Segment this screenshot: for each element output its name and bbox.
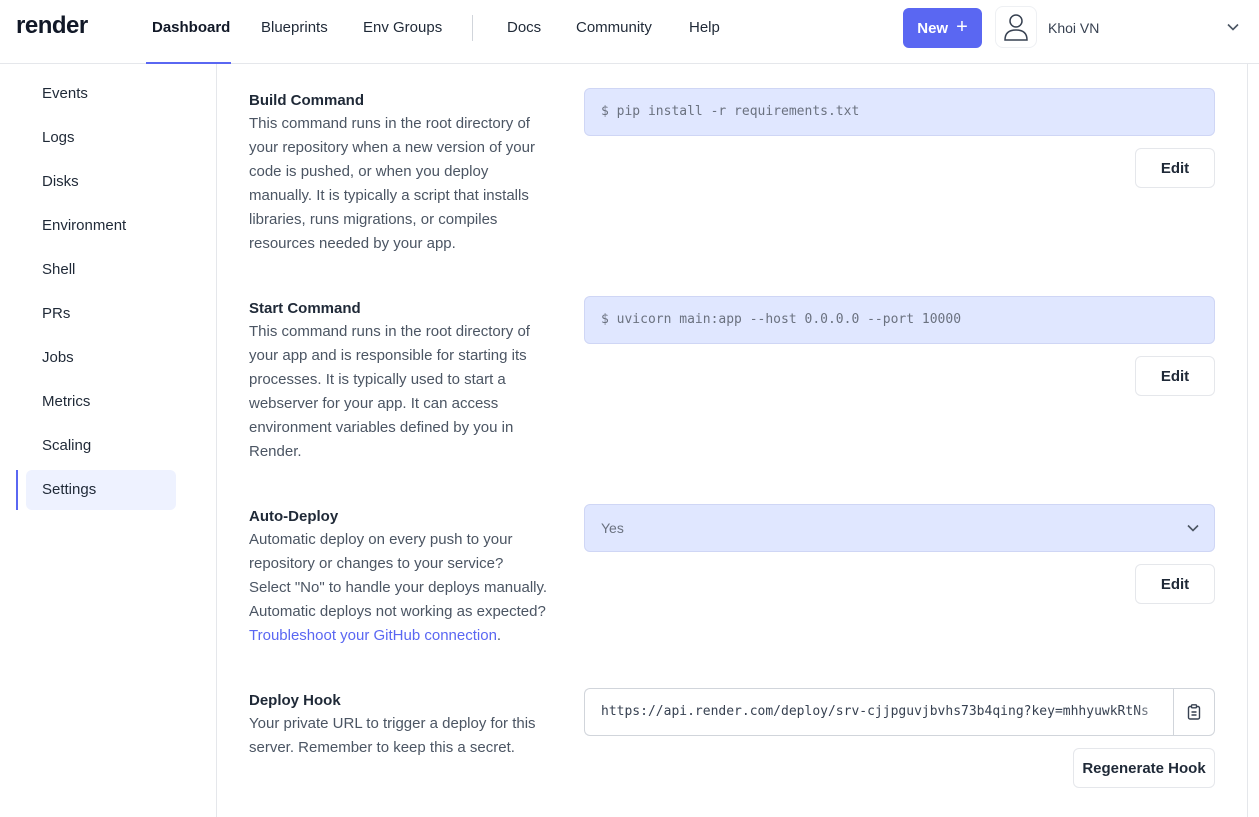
regenerate-hook-button[interactable]: Regenerate Hook <box>1073 748 1215 788</box>
auto-deploy-select[interactable]: Yes <box>584 504 1215 552</box>
copy-button[interactable] <box>1173 688 1215 736</box>
sidebar-item-disks[interactable]: Disks <box>26 162 176 202</box>
nav-community[interactable]: Community <box>576 19 652 37</box>
render-logo[interactable]: render <box>16 12 88 40</box>
deploy-hook-description: Your private URL to trigger a deploy for… <box>249 715 536 756</box>
build-command-edit-button[interactable]: Edit <box>1135 148 1215 188</box>
nav-help[interactable]: Help <box>689 19 720 37</box>
deploy-hook-title: Deploy Hook <box>249 692 341 709</box>
scrollbar-track[interactable] <box>1247 64 1248 817</box>
link-suffix: . <box>496 627 502 644</box>
sidebar-item-scaling[interactable]: Scaling <box>26 426 176 466</box>
nav-dashboard[interactable]: Dashboard <box>152 19 230 37</box>
deploy-hook-url-field[interactable]: https://api.render.com/deploy/srv-cjjpgu… <box>584 688 1174 736</box>
chevron-down-icon <box>1187 524 1199 532</box>
user-name[interactable]: Khoi VN <box>1048 20 1099 36</box>
start-command-field[interactable]: $ uvicorn main:app --host 0.0.0.0 --port… <box>584 296 1215 344</box>
nav-docs[interactable]: Docs <box>507 19 541 37</box>
sidebar-item-shell[interactable]: Shell <box>26 250 176 290</box>
sidebar: Events Logs Disks Environment Shell PRs … <box>0 64 217 817</box>
clipboard-icon <box>1187 704 1201 720</box>
sidebar-item-environment[interactable]: Environment <box>26 206 176 246</box>
user-icon <box>1004 14 1028 41</box>
auto-deploy-description-text: Automatic deploy on every push to your r… <box>249 531 548 620</box>
auto-deploy-description: Automatic deploy on every push to your r… <box>249 528 549 648</box>
nav-blueprints[interactable]: Blueprints <box>261 19 328 37</box>
plus-icon: + <box>956 16 968 38</box>
auto-deploy-title: Auto-Deploy <box>249 508 339 525</box>
nav-env-groups[interactable]: Env Groups <box>363 19 442 37</box>
sidebar-item-settings[interactable]: Settings <box>26 470 176 510</box>
new-button-label: New <box>917 19 949 37</box>
start-command-edit-button[interactable]: Edit <box>1135 356 1215 396</box>
chevron-down-icon[interactable] <box>1226 20 1240 34</box>
sidebar-item-logs[interactable]: Logs <box>26 118 176 158</box>
top-navbar: render Dashboard Blueprints Env Groups D… <box>0 0 1259 64</box>
new-button[interactable]: New + <box>903 8 982 48</box>
build-command-description: This command runs in the root directory … <box>249 115 535 252</box>
nav-divider <box>472 15 473 41</box>
sidebar-item-prs[interactable]: PRs <box>26 294 176 334</box>
build-command-field[interactable]: $ pip install -r requirements.txt <box>584 88 1215 136</box>
start-command-description: This command runs in the root directory … <box>249 323 530 460</box>
avatar[interactable] <box>995 6 1037 48</box>
auto-deploy-edit-button[interactable]: Edit <box>1135 564 1215 604</box>
sidebar-item-metrics[interactable]: Metrics <box>26 382 176 422</box>
start-command-title: Start Command <box>249 300 361 317</box>
sidebar-item-events[interactable]: Events <box>26 74 176 114</box>
troubleshoot-github-link[interactable]: Troubleshoot your GitHub connection <box>249 627 497 644</box>
sidebar-item-jobs[interactable]: Jobs <box>26 338 176 378</box>
auto-deploy-value: Yes <box>601 520 624 536</box>
build-command-title: Build Command <box>249 92 364 109</box>
sidebar-active-indicator <box>16 470 18 510</box>
